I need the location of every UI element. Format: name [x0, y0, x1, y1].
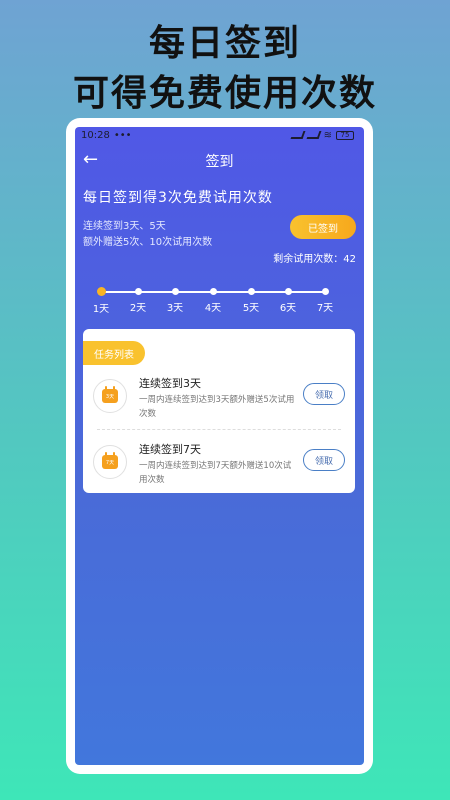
timeline-dot [134, 288, 142, 295]
task-list-card: 任务列表 3天 连续签到3天 一周内连续签到达到3天额外赠送5次试用次数 领取 … [83, 329, 355, 493]
timeline-day-7: 7天 [310, 285, 340, 314]
more-icon: ••• [113, 129, 132, 141]
timeline-day-label: 3天 [166, 303, 184, 314]
timeline-dot-done [96, 287, 106, 296]
checkin-desc-2: 额外赠送5次、10次试用次数 [83, 237, 213, 248]
timeline-day-5: 5天 [236, 285, 266, 314]
timeline-day-3: 3天 [160, 285, 190, 314]
task-item: 7天 连续签到7天 一周内连续签到达到7天额外赠送10次试用次数 领取 [83, 439, 355, 491]
timeline-day-label: 5天 [242, 303, 260, 314]
timeline-dot [171, 288, 179, 295]
timeline-day-label: 7天 [316, 303, 334, 314]
wifi-icon: ≋ [323, 129, 332, 141]
battery-icon: 75 [336, 130, 354, 140]
title-bar: ← 签到 [75, 143, 364, 179]
signed-in-button[interactable]: 已签到 [290, 215, 356, 239]
back-arrow-icon[interactable]: ← [83, 150, 103, 170]
task-list-tag: 任务列表 [83, 341, 145, 365]
calendar-icon: 3天 [102, 386, 118, 403]
page-title: 签到 [205, 154, 234, 170]
claim-button[interactable]: 领取 [303, 449, 345, 471]
app-screen: 10:28 ••• ≋ 75 ← 签到 每日签到得3次免费试用次数 连续签到3天… [75, 127, 364, 765]
checkin-timeline: 1天 2天 3天 4天 5天 6天 7天 [93, 285, 333, 315]
timeline-day-4: 4天 [198, 285, 228, 314]
promo-headline-1: 每日签到 [148, 23, 301, 64]
status-time: 10:28 [81, 129, 110, 141]
timeline-day-2: 2天 [123, 285, 153, 314]
checkin-desc-1: 连续签到3天、5天 [83, 221, 166, 232]
timeline-dot [247, 288, 255, 295]
timeline-day-label: 6天 [279, 303, 297, 314]
calendar-icon: 7天 [102, 452, 118, 469]
status-bar: 10:28 ••• ≋ 75 [75, 127, 364, 143]
task-item: 3天 连续签到3天 一周内连续签到达到3天额外赠送5次试用次数 领取 [83, 373, 355, 425]
remaining-count: 剩余试用次数：42 [273, 254, 356, 265]
timeline-day-label: 4天 [204, 303, 222, 314]
timeline-dot [284, 288, 292, 295]
signal-icon-2 [306, 131, 322, 139]
claim-button[interactable]: 领取 [303, 383, 345, 405]
signal-icon [290, 131, 306, 139]
timeline-day-label: 2天 [129, 303, 147, 314]
phone-frame: 10:28 ••• ≋ 75 ← 签到 每日签到得3次免费试用次数 连续签到3天… [66, 118, 373, 774]
task-title: 连续签到3天 [139, 377, 201, 390]
task-title: 连续签到7天 [139, 443, 201, 456]
timeline-dot [321, 288, 329, 295]
timeline-day-1: 1天 [86, 285, 116, 315]
checkin-headline: 每日签到得3次免费试用次数 [83, 190, 273, 206]
timeline-dot [209, 288, 217, 295]
task-icon-circle: 3天 [93, 379, 127, 413]
task-desc: 一周内连续签到达到3天额外赠送5次试用次数 [139, 395, 295, 419]
promo-headline-2: 可得免费使用次数 [72, 73, 377, 114]
timeline-day-label: 1天 [92, 304, 110, 315]
task-icon-circle: 7天 [93, 445, 127, 479]
timeline-day-6: 6天 [273, 285, 303, 314]
task-divider [97, 429, 341, 430]
task-desc: 一周内连续签到达到7天额外赠送10次试用次数 [139, 461, 292, 485]
